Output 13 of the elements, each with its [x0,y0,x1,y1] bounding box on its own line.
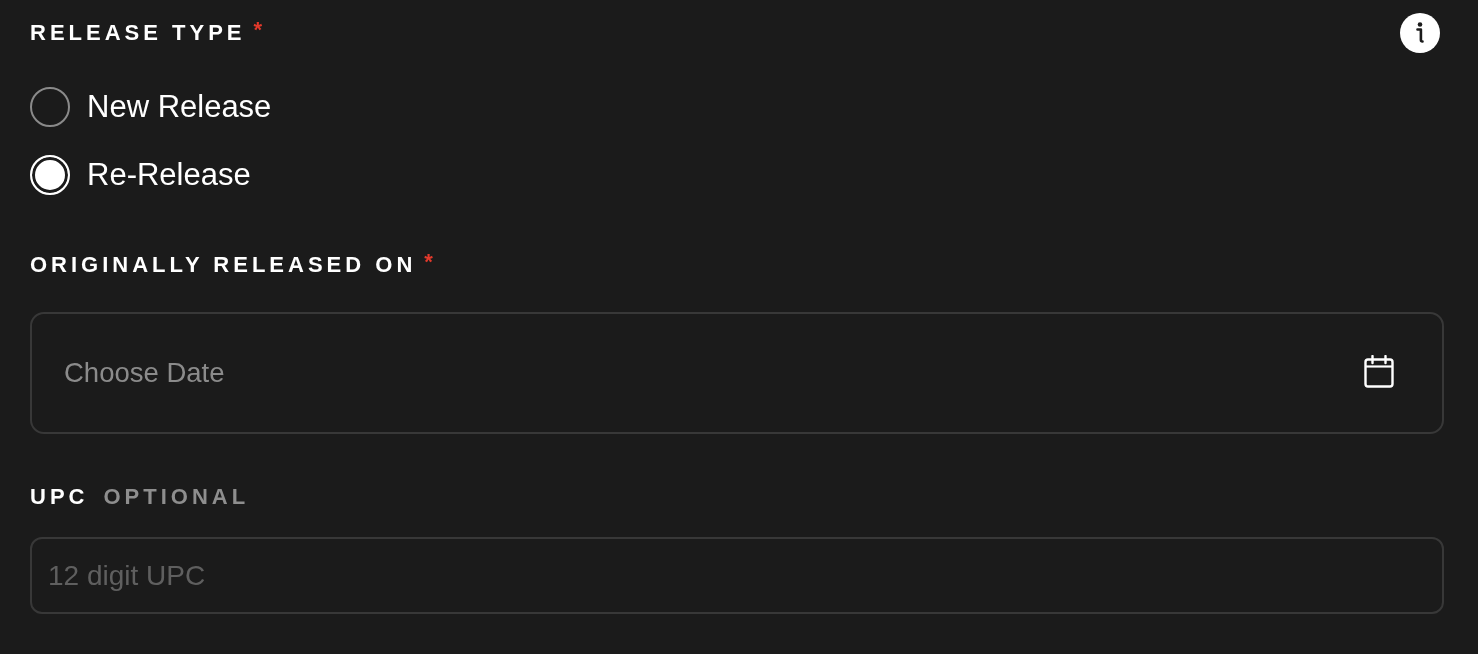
radio-button[interactable] [30,87,70,127]
optional-tag: OPTIONAL [103,485,250,509]
field-label: ORIGINALLY RELEASED ON [30,253,417,277]
upc-field[interactable]: 12 digit UPC [30,537,1444,614]
required-mark: * [424,250,433,274]
info-icon[interactable] [1400,13,1440,53]
field-label: RELEASE TYPE [30,21,246,45]
field-label: UPC [30,485,89,509]
date-field[interactable]: Choose Date [30,312,1444,434]
required-mark: * [253,18,263,42]
radio-label[interactable]: New Release [87,88,272,126]
calendar-icon[interactable] [1364,355,1394,388]
radio-label[interactable]: Re-Release [87,156,251,194]
